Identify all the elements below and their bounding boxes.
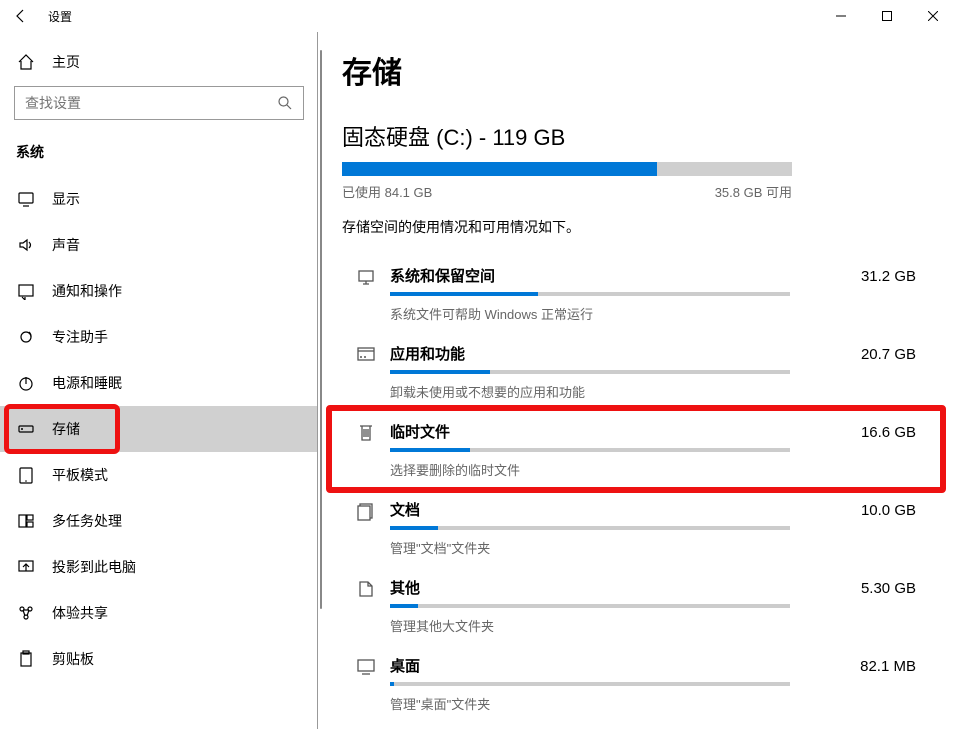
storage-desc: 存储空间的使用情况和可用情况如下。 <box>342 217 924 237</box>
sidebar-item-label: 声音 <box>52 235 80 255</box>
sidebar-item-label: 多任务处理 <box>52 511 122 531</box>
notifications-icon <box>16 281 36 301</box>
power-icon <box>16 373 36 393</box>
storage-icon <box>16 419 36 439</box>
focus-icon <box>16 327 36 347</box>
sidebar-item-label: 投影到此电脑 <box>52 557 136 577</box>
sidebar-item-tablet[interactable]: 平板模式 <box>0 452 318 498</box>
category-size: 82.1 MB <box>860 658 916 675</box>
category-name: 其他 <box>390 577 420 598</box>
titlebar: 设置 <box>0 0 956 32</box>
category-name: 临时文件 <box>390 421 450 442</box>
category-name: 文档 <box>390 499 420 520</box>
category-size: 31.2 GB <box>861 268 916 285</box>
sidebar-item-label: 体验共享 <box>52 603 108 623</box>
disk-free-label: 35.8 GB 可用 <box>715 182 792 201</box>
sidebar-divider <box>317 32 318 729</box>
sidebar-item-label: 专注助手 <box>52 327 108 347</box>
sidebar-item-display[interactable]: 显示 <box>0 176 318 222</box>
category-apps[interactable]: 应用和功能 20.7 GB 卸载未使用或不想要的应用和功能 <box>342 333 924 411</box>
shared-icon <box>16 603 36 623</box>
clipboard-icon <box>16 649 36 669</box>
sidebar-item-power[interactable]: 电源和睡眠 <box>0 360 318 406</box>
back-button[interactable] <box>12 7 30 25</box>
sidebar-item-focus[interactable]: 专注助手 <box>0 314 318 360</box>
sidebar-item-label: 平板模式 <box>52 465 108 485</box>
app-title: 设置 <box>48 8 72 25</box>
category-sub: 管理其他大文件夹 <box>390 616 916 635</box>
category-size: 20.7 GB <box>861 346 916 363</box>
minimize-button[interactable] <box>818 0 864 32</box>
sidebar-item-notifications[interactable]: 通知和操作 <box>0 268 318 314</box>
category-list: 系统和保留空间 31.2 GB 系统文件可帮助 Windows 正常运行应用和功能 2… <box>342 255 924 729</box>
category-other[interactable]: 其他 5.30 GB 管理其他大文件夹 <box>342 567 924 645</box>
home-icon <box>16 52 36 72</box>
sidebar-item-clipboard[interactable]: 剪贴板 <box>0 636 318 682</box>
category-bar <box>390 604 790 608</box>
sidebar-item-label: 存储 <box>52 419 80 439</box>
category-sub: 管理"文档"文件夹 <box>390 538 916 557</box>
sidebar-item-label: 电源和睡眠 <box>52 373 122 393</box>
category-bar <box>390 448 790 452</box>
home-label: 主页 <box>52 52 80 72</box>
project-icon <box>16 557 36 577</box>
docs-icon <box>342 499 390 557</box>
category-bar <box>390 526 790 530</box>
disk-title: 固态硬盘 (C:) - 119 GB <box>342 120 924 152</box>
close-button[interactable] <box>910 0 956 32</box>
category-name: 桌面 <box>390 655 420 676</box>
sidebar: 主页 系统 显示声音通知和操作专注助手电源和睡眠存储平板模式多任务处理投影到此电… <box>0 32 318 729</box>
sidebar-item-storage[interactable]: 存储 <box>0 406 318 452</box>
nav-list: 显示声音通知和操作专注助手电源和睡眠存储平板模式多任务处理投影到此电脑体验共享剪… <box>0 176 318 682</box>
search-box[interactable] <box>14 86 304 120</box>
multitask-icon <box>16 511 36 531</box>
category-sub: 系统文件可帮助 Windows 正常运行 <box>390 304 916 323</box>
home-link[interactable]: 主页 <box>0 42 318 82</box>
content-area: 存储 固态硬盘 (C:) - 119 GB 已使用 84.1 GB 35.8 G… <box>318 32 956 729</box>
maximize-button[interactable] <box>864 0 910 32</box>
window-controls <box>818 0 956 32</box>
category-sub: 卸载未使用或不想要的应用和功能 <box>390 382 916 401</box>
sidebar-item-label: 显示 <box>52 189 80 209</box>
category-sub: 管理"桌面"文件夹 <box>390 694 916 713</box>
sidebar-item-sound[interactable]: 声音 <box>0 222 318 268</box>
temp-icon <box>342 421 390 479</box>
category-size: 5.30 GB <box>861 580 916 597</box>
other-icon <box>342 577 390 635</box>
section-label: 系统 <box>0 138 318 176</box>
sidebar-item-multitask[interactable]: 多任务处理 <box>0 498 318 544</box>
category-size: 10.0 GB <box>861 502 916 519</box>
sidebar-item-shared[interactable]: 体验共享 <box>0 590 318 636</box>
page-title: 存储 <box>342 48 924 92</box>
category-docs[interactable]: 文档 10.0 GB 管理"文档"文件夹 <box>342 489 924 567</box>
desktop-icon <box>342 655 390 713</box>
category-name: 系统和保留空间 <box>390 265 495 286</box>
apps-icon <box>342 343 390 401</box>
search-input[interactable] <box>25 95 277 111</box>
tablet-icon <box>16 465 36 485</box>
category-temp[interactable]: 临时文件 16.6 GB 选择要删除的临时文件 <box>342 411 924 489</box>
category-videos[interactable]: 视频9.76 MB管理"视频"文件夹 <box>342 723 924 729</box>
disk-usage-bar <box>342 162 792 176</box>
category-bar <box>390 682 790 686</box>
display-icon <box>16 189 36 209</box>
sound-icon <box>16 235 36 255</box>
category-bar <box>390 292 790 296</box>
category-name: 应用和功能 <box>390 343 465 364</box>
category-system[interactable]: 系统和保留空间 31.2 GB 系统文件可帮助 Windows 正常运行 <box>342 255 924 333</box>
disk-used-label: 已使用 84.1 GB <box>342 182 432 201</box>
search-icon <box>277 95 293 111</box>
sidebar-item-label: 通知和操作 <box>52 281 122 301</box>
sidebar-item-label: 剪贴板 <box>52 649 94 669</box>
sidebar-item-project[interactable]: 投影到此电脑 <box>0 544 318 590</box>
category-desktop[interactable]: 桌面 82.1 MB 管理"桌面"文件夹 <box>342 645 924 723</box>
system-icon <box>342 265 390 323</box>
category-bar <box>390 370 790 374</box>
scrollbar[interactable] <box>320 50 322 609</box>
category-size: 16.6 GB <box>861 424 916 441</box>
category-sub: 选择要删除的临时文件 <box>390 460 916 479</box>
